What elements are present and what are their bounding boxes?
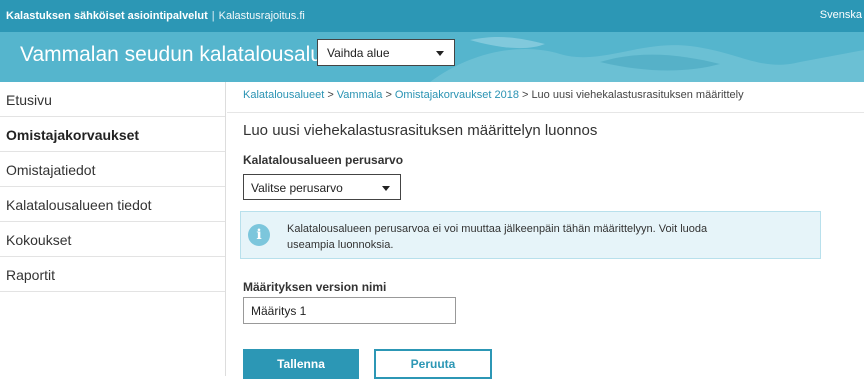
base-value-label: Kalatalousalueen perusarvo bbox=[243, 153, 404, 167]
info-icon: i bbox=[248, 224, 270, 246]
cancel-button[interactable]: Peruuta bbox=[374, 349, 492, 379]
sidebar-item-etusivu[interactable]: Etusivu bbox=[0, 82, 225, 117]
breadcrumb-link-omistajakorvaukset[interactable]: Omistajakorvaukset 2018 bbox=[395, 89, 519, 101]
topbar-separator: | bbox=[211, 10, 215, 22]
page-title: Luo uusi viehekalastusrasituksen määritt… bbox=[243, 122, 598, 139]
top-bar: Kalastuksen sähköiset asiointipalvelut |… bbox=[0, 0, 864, 32]
sidebar: Etusivu Omistajakorvaukset Omistajatiedo… bbox=[0, 82, 226, 376]
version-name-input[interactable] bbox=[243, 297, 456, 324]
page-header: Vammalan seudun kalatalousalue Vaihda al… bbox=[0, 32, 864, 82]
breadcrumb-current: Luo uusi viehekalastusrasituksen määritt… bbox=[531, 89, 744, 101]
area-select[interactable]: Vaihda alue bbox=[317, 39, 455, 66]
divider bbox=[227, 112, 864, 113]
base-value-select-value: Valitse perusarvo bbox=[251, 181, 343, 195]
region-title: Vammalan seudun kalatalousalue bbox=[20, 43, 334, 66]
info-text: Kalatalousalueen perusarvoa ei voi muutt… bbox=[287, 223, 708, 251]
language-link[interactable]: Svenska bbox=[820, 9, 862, 21]
chevron-down-icon bbox=[436, 51, 444, 56]
sidebar-item-omistajatiedot[interactable]: Omistajatiedot bbox=[0, 152, 225, 187]
chevron-down-icon bbox=[382, 186, 390, 191]
save-button[interactable]: Tallenna bbox=[243, 349, 359, 379]
sidebar-item-omistajakorvaukset[interactable]: Omistajakorvaukset bbox=[0, 117, 225, 152]
area-select-value: Vaihda alue bbox=[327, 46, 390, 60]
breadcrumb-link-kalatalousalueet[interactable]: Kalatalousalueet bbox=[243, 89, 324, 101]
version-name-label: Määrityksen version nimi bbox=[243, 280, 387, 294]
site-link[interactable]: Kalastusrajoitus.fi bbox=[219, 10, 305, 22]
breadcrumb-separator: > bbox=[327, 89, 334, 101]
breadcrumb-separator: > bbox=[385, 89, 392, 101]
sidebar-item-raportit[interactable]: Raportit bbox=[0, 257, 225, 292]
service-brand[interactable]: Kalastuksen sähköiset asiointipalvelut bbox=[6, 10, 208, 22]
breadcrumb-link-vammala[interactable]: Vammala bbox=[337, 89, 383, 101]
sidebar-item-kalatalousalueen-tiedot[interactable]: Kalatalousalueen tiedot bbox=[0, 187, 225, 222]
sidebar-item-kokoukset[interactable]: Kokoukset bbox=[0, 222, 225, 257]
breadcrumb: Kalatalousalueet > Vammala > Omistajakorvauk… bbox=[243, 89, 744, 101]
info-notice: i Kalatalousalueen perusarvoa ei voi muu… bbox=[240, 211, 821, 259]
breadcrumb-separator: > bbox=[522, 89, 529, 101]
base-value-select[interactable]: Valitse perusarvo bbox=[243, 174, 401, 200]
